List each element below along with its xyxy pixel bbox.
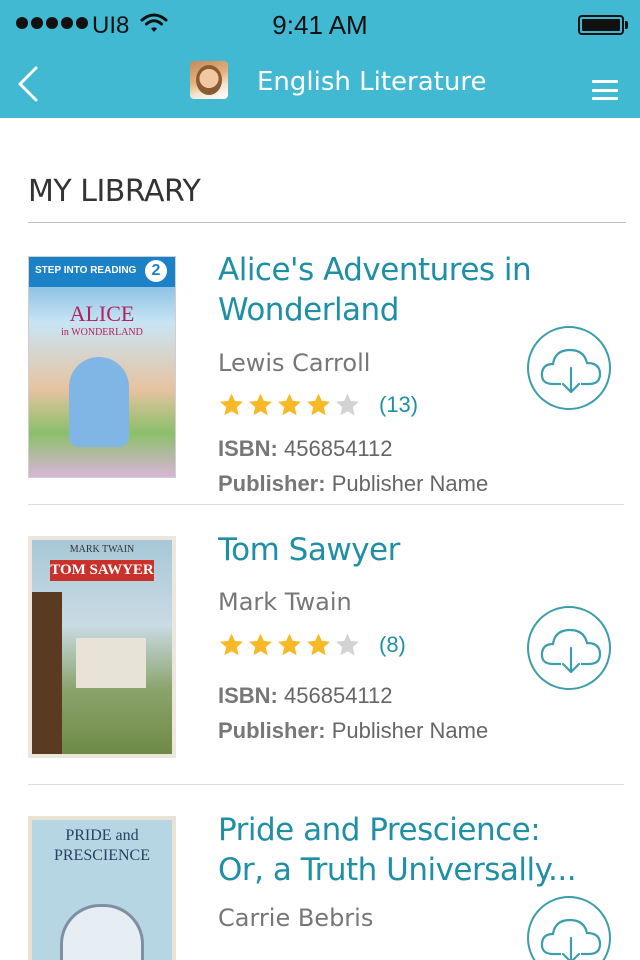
- isbn-line: ISBN: 456854112: [218, 436, 393, 462]
- download-button[interactable]: [527, 326, 611, 410]
- cover-subtitle: in WONDERLAND: [61, 327, 143, 338]
- book-row[interactable]: PRIDE and PRESCIENCE Pride and Prescienc…: [28, 810, 624, 960]
- publisher-value: Publisher Name: [331, 718, 489, 743]
- isbn-value: 456854112: [284, 436, 393, 461]
- publisher-label: Publisher:: [218, 471, 326, 496]
- back-chevron-icon[interactable]: [14, 62, 50, 106]
- star-icon: [278, 393, 301, 416]
- isbn-value: 456854112: [284, 683, 393, 708]
- cover-title: ALICE: [69, 301, 135, 326]
- star-icon: [307, 633, 330, 656]
- status-bar: UI8 9:41 AM: [0, 0, 640, 50]
- star-icon: [220, 393, 243, 416]
- star-icon: [336, 393, 359, 416]
- book-cover-image[interactable]: STEP INTO READING 2 ALICE in WONDERLAND: [28, 256, 176, 478]
- star-icon: [278, 633, 301, 656]
- page-title: English Literature: [257, 67, 487, 97]
- cloud-download-icon: [540, 918, 602, 960]
- book-author: Mark Twain: [218, 588, 352, 616]
- cloud-download-icon: [540, 348, 602, 394]
- cloud-download-icon: [540, 628, 602, 674]
- cover-series-bar: STEP INTO READING 2: [29, 257, 175, 287]
- star-icon: [307, 393, 330, 416]
- star-icon: [220, 633, 243, 656]
- download-button[interactable]: [527, 606, 611, 690]
- cover-illustration: [60, 904, 144, 960]
- rating-count: (13): [379, 392, 419, 417]
- cover-level-badge: 2: [145, 260, 167, 282]
- publisher-label: Publisher:: [218, 718, 326, 743]
- cover-series-label: STEP INTO READING: [35, 265, 137, 276]
- download-button[interactable]: [527, 896, 611, 960]
- book-row[interactable]: STEP INTO READING 2 ALICE in WONDERLAND …: [28, 250, 624, 500]
- star-icon: [249, 393, 272, 416]
- book-cover-image[interactable]: PRIDE and PRESCIENCE: [28, 816, 176, 960]
- book-row[interactable]: MARK TWAIN TOM SAWYER Tom Sawyer Mark Tw…: [28, 530, 624, 780]
- status-time: 9:41 AM: [272, 10, 368, 40]
- isbn-line: ISBN: 456854112: [218, 683, 393, 709]
- cover-title: TOM SAWYER: [50, 560, 154, 581]
- cover-title: PRIDE and PRESCIENCE: [53, 827, 150, 864]
- star-icon: [249, 633, 272, 656]
- cover-house: [76, 638, 146, 688]
- star-icon: [336, 633, 359, 656]
- book-title[interactable]: Tom Sawyer: [218, 530, 548, 570]
- section-heading: MY LIBRARY: [28, 174, 201, 209]
- row-divider: [28, 784, 624, 785]
- rating-count: (8): [379, 632, 406, 657]
- row-divider: [28, 504, 624, 505]
- publisher-line: Publisher: Publisher Name: [218, 718, 488, 744]
- book-title[interactable]: Pride and Prescience: Or, a Truth Univer…: [218, 810, 578, 890]
- book-title[interactable]: Alice's Adventures in Wonderland: [218, 250, 548, 330]
- book-author: Lewis Carroll: [218, 349, 371, 377]
- book-cover-image[interactable]: MARK TWAIN TOM SAWYER: [28, 536, 176, 758]
- hamburger-menu-icon[interactable]: [592, 80, 618, 100]
- star-rating: (8): [218, 631, 406, 659]
- publisher-line: Publisher: Publisher Name: [218, 471, 488, 497]
- cover-illustration: [32, 592, 62, 754]
- top-bar: UI8 9:41 AM English Literature: [0, 0, 640, 118]
- book-author: Carrie Bebris: [218, 904, 374, 932]
- cover-author: MARK TWAIN: [69, 544, 135, 555]
- isbn-label: ISBN:: [218, 683, 278, 708]
- isbn-label: ISBN:: [218, 436, 278, 461]
- avatar[interactable]: [190, 61, 228, 99]
- cover-illustration: [69, 357, 129, 447]
- nav-bar: English Literature: [0, 50, 640, 118]
- star-rating: (13): [218, 391, 418, 419]
- battery-icon: [578, 15, 628, 35]
- section-divider: [28, 222, 626, 223]
- publisher-value: Publisher Name: [331, 471, 489, 496]
